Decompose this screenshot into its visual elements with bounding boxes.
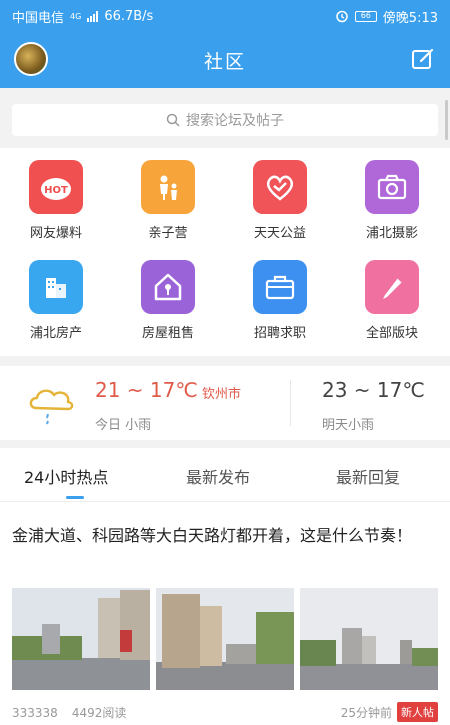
post-images xyxy=(12,588,438,690)
grid-item-label: 天天公益 xyxy=(253,226,306,241)
post-card[interactable]: 金浦大道、科园路等大白天路灯都开着，这是什么节奏！ 333338 4492阅读 2… xyxy=(0,502,450,725)
new-user-badge: 新人帖 xyxy=(397,702,438,722)
search-section: 搜索论坛及帖子 xyxy=(0,88,450,148)
hot-icon: HOT xyxy=(29,160,83,214)
today-description: 今日 小雨 xyxy=(95,418,152,433)
pencil-icon xyxy=(365,260,419,314)
svg-text:HOT: HOT xyxy=(44,185,68,196)
grid-item-label: 浦北房产 xyxy=(29,326,82,341)
page-title: 社区 xyxy=(203,50,246,73)
scrollbar[interactable] xyxy=(445,100,448,140)
camera-icon xyxy=(365,160,419,214)
grid-item-rent[interactable]: 房屋租售 xyxy=(112,260,224,341)
post-stats: 333338 4492阅读 xyxy=(12,704,140,721)
compose-icon[interactable] xyxy=(410,46,436,72)
tab-latest-posts[interactable]: 最新发布 xyxy=(186,464,250,488)
grid-item-hot[interactable]: HOT 网友爆料 xyxy=(0,160,112,241)
battery-icon: 66 xyxy=(354,10,377,22)
weather-divider xyxy=(290,380,291,426)
search-icon xyxy=(166,113,180,127)
post-reads: 4492阅读 xyxy=(71,706,127,720)
network-speed: 66.7B/s xyxy=(104,8,154,24)
post-image[interactable] xyxy=(12,588,150,690)
tab-hot-24h[interactable]: 24小时热点 xyxy=(24,464,108,488)
app-header: 社区 xyxy=(0,32,450,88)
tomorrow-description: 明天小雨 xyxy=(322,418,375,433)
net-type: 4G xyxy=(70,11,82,21)
post-image[interactable] xyxy=(156,588,294,690)
post-time: 25分钟前 xyxy=(340,706,392,720)
tomorrow-temperature: 23 ~ 17℃ xyxy=(322,378,425,402)
heart-icon xyxy=(253,160,307,214)
briefcase-icon xyxy=(253,260,307,314)
alarm-icon xyxy=(336,10,348,23)
search-placeholder: 搜索论坛及帖子 xyxy=(186,113,284,129)
clock-text: 傍晚5:13 xyxy=(382,10,438,26)
carrier-text: 中国电信 xyxy=(12,10,65,26)
grid-item-label: 招聘求职 xyxy=(253,326,306,341)
grid-item-photo[interactable]: 浦北摄影 xyxy=(336,160,448,241)
building-icon xyxy=(29,260,83,314)
forum-grid: HOT 网友爆料 亲子营 天天公益 浦北摄影 浦北房产 房屋租售 招聘求职 全部… xyxy=(0,148,450,356)
post-image[interactable] xyxy=(300,588,438,690)
city-name: 钦州市 xyxy=(202,387,242,402)
grid-item-property[interactable]: 浦北房产 xyxy=(0,260,112,341)
grid-item-label: 房屋租售 xyxy=(141,326,194,341)
grid-item-label: 亲子营 xyxy=(148,226,188,241)
post-title[interactable]: 金浦大道、科园路等大白天路灯都开着，这是什么节奏！ xyxy=(12,522,438,550)
grid-item-family[interactable]: 亲子营 xyxy=(112,160,224,241)
grid-item-all[interactable]: 全部版块 xyxy=(336,260,448,341)
grid-item-label: 网友爆料 xyxy=(29,226,82,241)
post-views: 333338 xyxy=(12,706,58,720)
grid-item-charity[interactable]: 天天公益 xyxy=(224,160,336,241)
family-icon xyxy=(141,160,195,214)
search-input[interactable]: 搜索论坛及帖子 xyxy=(12,104,438,136)
grid-item-label: 浦北摄影 xyxy=(365,226,418,241)
weather-panel[interactable]: 21 ~ 17℃ 钦州市 今日 小雨 23 ~ 17℃ 明天小雨 xyxy=(0,366,450,440)
feed-tabs: 24小时热点 最新发布 最新回复 xyxy=(0,448,450,502)
tab-latest-replies[interactable]: 最新回复 xyxy=(336,464,400,488)
grid-item-label: 全部版块 xyxy=(365,326,418,341)
active-tab-indicator xyxy=(66,496,84,499)
today-temperature: 21 ~ 17℃ xyxy=(95,378,198,402)
status-bar: 中国电信 4G 66.7B/s 66 傍晚5:13 xyxy=(0,0,450,32)
grid-item-jobs[interactable]: 招聘求职 xyxy=(224,260,336,341)
cloud-rain-icon xyxy=(29,389,74,425)
user-avatar[interactable] xyxy=(14,42,48,76)
house-icon xyxy=(141,260,195,314)
signal-icon xyxy=(87,10,99,22)
